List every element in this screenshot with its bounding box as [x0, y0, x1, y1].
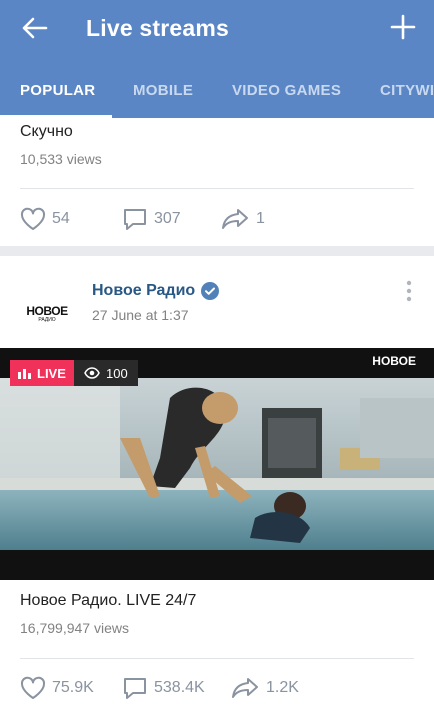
post-title[interactable]: Новое Радио. LIVE 24/7 — [20, 592, 196, 610]
viewer-count: 100 — [106, 365, 128, 381]
share-count: 1.2K — [266, 679, 299, 696]
heart-icon — [20, 676, 46, 699]
share-icon — [222, 209, 248, 229]
comment-icon — [124, 209, 146, 230]
comment-count: 307 — [154, 210, 181, 227]
post-card: Скучно 10,533 views 54 307 1 — [0, 118, 434, 246]
divider — [20, 188, 414, 189]
top-bar: Live streams — [0, 0, 434, 58]
live-label: LIVE — [37, 365, 66, 381]
verified-icon — [201, 282, 220, 300]
like-button[interactable]: 54 — [20, 207, 70, 231]
channel-watermark: НОВОЕ — [372, 354, 416, 368]
tab-mobile[interactable]: MOBILE — [133, 82, 193, 99]
view-count: 16,799,947 views — [20, 620, 129, 636]
tab-video-games[interactable]: VIDEO GAMES — [232, 82, 341, 99]
like-button[interactable]: 75.9K — [20, 676, 94, 700]
more-vertical-icon[interactable] — [406, 280, 412, 302]
logo-text: НОВОЕ — [26, 303, 68, 318]
post-title[interactable]: Скучно — [20, 123, 73, 141]
comment-icon — [124, 678, 146, 699]
tab-popular[interactable]: POPULAR — [20, 82, 95, 99]
tab-citywide[interactable]: CITYWI — [380, 82, 434, 99]
channel-name-label: Новое Радио — [92, 282, 196, 299]
live-bars-icon — [18, 369, 31, 379]
channel-name[interactable]: Новое Радио — [92, 282, 220, 300]
page-title: Live streams — [86, 15, 230, 41]
view-count: 10,533 views — [20, 151, 102, 167]
video-thumbnail — [0, 378, 434, 550]
back-arrow-icon[interactable] — [20, 14, 48, 42]
share-count: 1 — [256, 210, 265, 227]
eye-icon — [84, 367, 100, 379]
share-button[interactable]: 1.2K — [230, 676, 299, 700]
divider — [20, 658, 414, 659]
viewer-count-badge: 100 — [74, 360, 138, 386]
comment-button[interactable]: 307 — [122, 207, 181, 231]
heart-icon — [20, 207, 46, 230]
logo-subtext: РАДИО — [38, 316, 56, 323]
video-player[interactable]: LIVE 100 НОВОЕ — [0, 348, 434, 580]
like-count: 75.9K — [52, 679, 94, 696]
tab-bar: POPULAR MOBILE VIDEO GAMES CITYWI — [0, 74, 434, 118]
like-count: 54 — [52, 210, 70, 227]
comment-count: 538.4K — [154, 679, 205, 696]
app-header: Live streams POPULAR MOBILE VIDEO GAMES … — [0, 0, 434, 118]
share-icon — [232, 678, 258, 698]
plus-icon[interactable] — [390, 14, 416, 40]
post-card: НОВОЕ РАДИО Новое Радио 27 June at 1:37 — [0, 256, 434, 714]
avatar[interactable]: НОВОЕ РАДИО — [20, 286, 74, 340]
share-button[interactable]: 1 — [220, 207, 265, 231]
live-badge: LIVE — [10, 360, 74, 386]
post-date: 27 June at 1:37 — [92, 307, 189, 323]
comment-button[interactable]: 538.4K — [122, 676, 205, 700]
